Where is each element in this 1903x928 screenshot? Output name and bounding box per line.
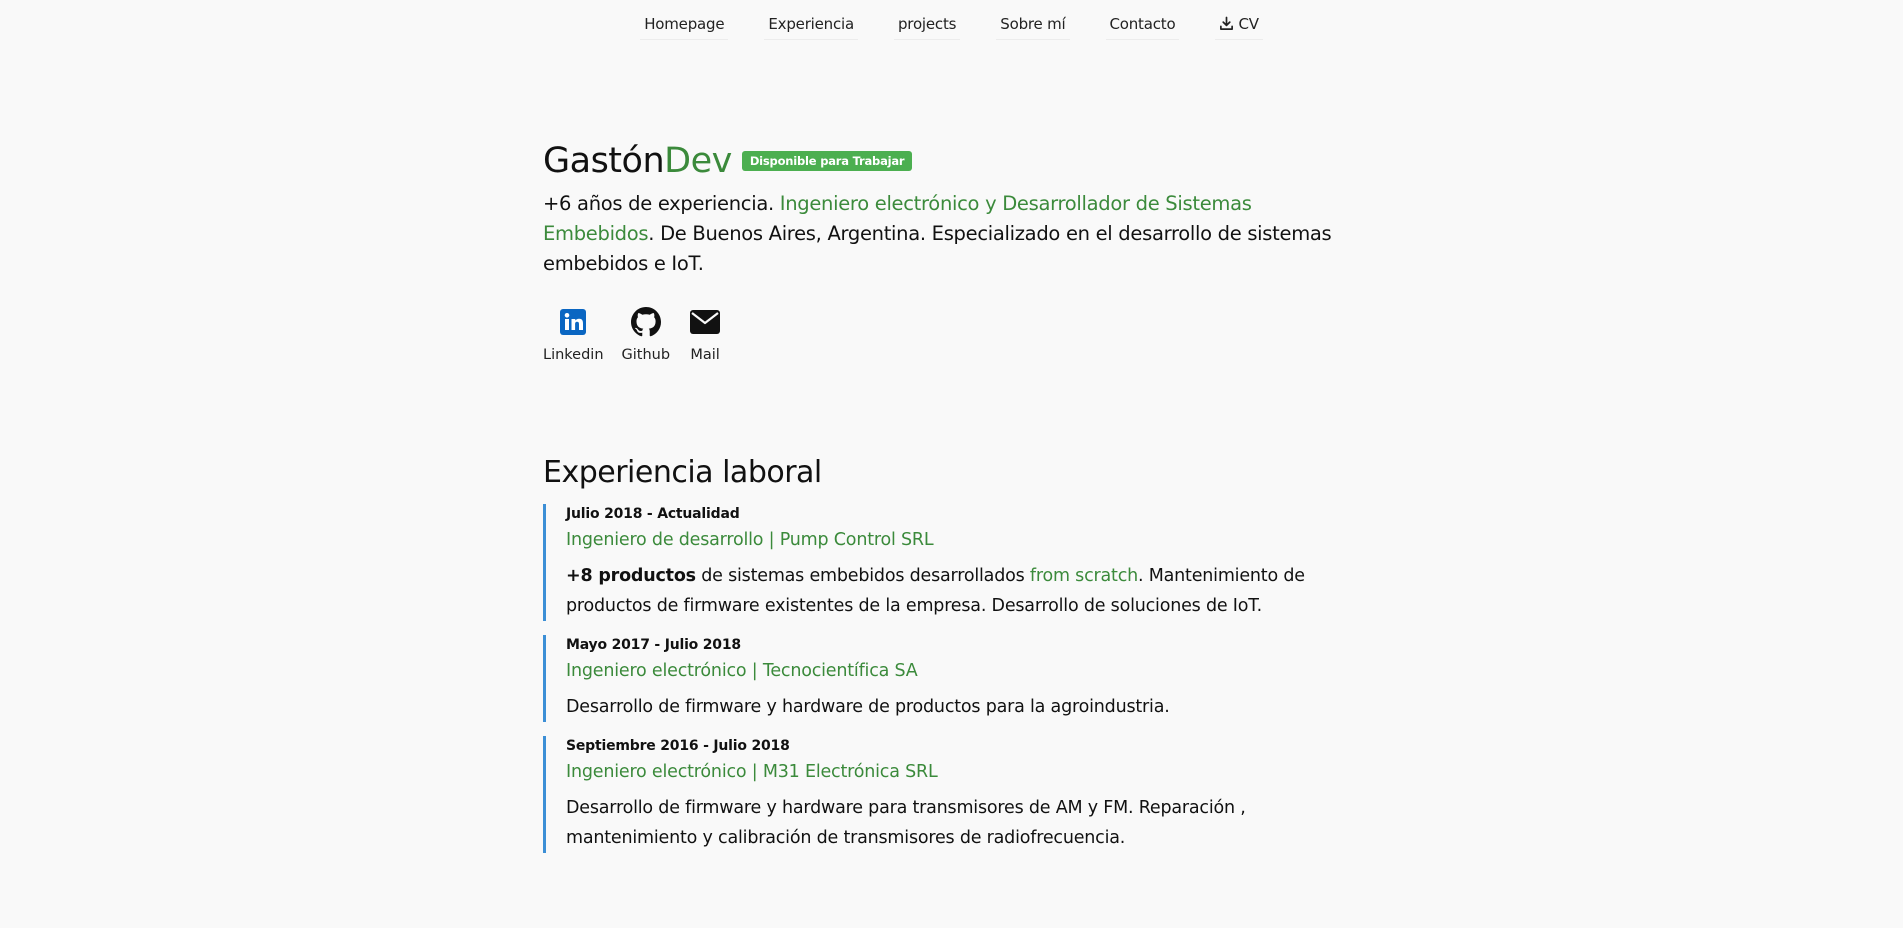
job-date: Septiembre 2016 - Julio 2018 [566,738,790,754]
nav-list: Homepage Experiencia projects Sobre mí C… [622,9,1281,40]
availability-badge: Disponible para Trabajar [741,151,913,171]
job-entry: Mayo 2017 - Julio 2018 Ingeniero electró… [543,635,1333,722]
experience-section-title: Experiencia laboral [543,455,822,490]
hero-title: GastónDev Disponible para Trabajar [543,137,1333,185]
name-accent: Dev [664,141,732,181]
job-description: Desarrollo de firmware y hardware para t… [566,798,1246,848]
social-link-linkedin[interactable]: Linkedin [543,305,604,363]
job-description: Desarrollo de firmware y hardware de pro… [566,697,1170,717]
nav-link-contacto[interactable]: Contacto [1105,9,1180,40]
hero-desc-part-1: +6 años de experiencia. [543,192,780,215]
download-icon [1220,16,1234,30]
social-label: Mail [690,347,720,363]
cv-label: CV [1238,14,1259,33]
name-main: Gastón [543,141,665,181]
job-role: Ingeniero electrónico | M31 Electrónica … [566,762,938,782]
hero-name: GastónDev [543,141,732,181]
job-desc-highlight: from scratch [1029,566,1139,586]
main-content: GastónDev Disponible para Trabajar +6 añ… [543,137,1333,867]
hero-description: +6 años de experiencia. Ingeniero electr… [543,189,1333,279]
social-label: Github [621,347,671,363]
nav-link-projects[interactable]: projects [893,9,961,40]
job-role: Ingeniero electrónico | Tecnocientífica … [566,661,918,681]
social-links: Linkedin Github Mail [543,305,1333,363]
github-icon [629,305,663,339]
top-navigation: Homepage Experiencia projects Sobre mí C… [0,0,1903,48]
social-link-github[interactable]: Github [621,305,671,363]
job-desc-part-1: de sistemas embebidos desarrollados [695,566,1030,586]
nav-link-cv-download[interactable]: CV [1215,9,1263,40]
job-entry: Septiembre 2016 - Julio 2018 Ingeniero e… [543,736,1333,853]
nav-link-experiencia[interactable]: Experiencia [764,9,858,40]
hero-desc-part-2: . De Buenos Aires, Argentina. Especializ… [543,222,1332,275]
nav-link-sobre-mi[interactable]: Sobre mí [996,9,1070,40]
social-link-mail[interactable]: Mail [688,305,722,363]
mail-icon [688,305,722,339]
job-role: Ingeniero de desarrollo | Pump Control S… [566,530,934,550]
linkedin-icon [556,305,590,339]
job-date: Mayo 2017 - Julio 2018 [566,637,741,653]
job-entry: Julio 2018 - Actualidad Ingeniero de des… [543,504,1333,621]
nav-link-homepage[interactable]: Homepage [640,9,729,40]
job-desc-bold: +8 productos [566,566,696,586]
social-label: Linkedin [543,347,604,363]
job-description: +8 productos de sistemas embebidos desar… [566,561,1333,621]
job-date: Julio 2018 - Actualidad [566,506,740,522]
